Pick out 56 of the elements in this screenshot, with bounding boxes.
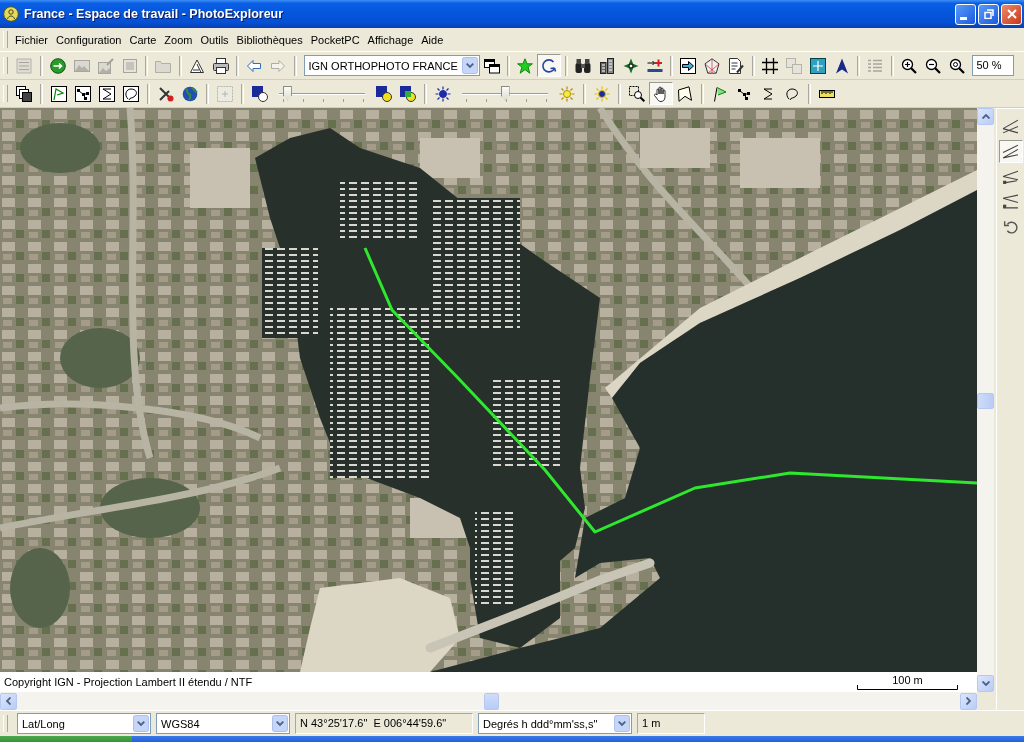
scroll-down-button[interactable] [977, 675, 994, 692]
zigzag-icon [1002, 143, 1019, 160]
scale-bar-icon [857, 684, 958, 690]
chevron-right-icon [966, 697, 971, 705]
precision-readout: 1 m [637, 713, 705, 734]
chevron-up-icon [981, 114, 990, 119]
close-icon [1006, 9, 1017, 19]
status-grip[interactable] [3, 715, 8, 732]
vertical-scrollbar[interactable] [977, 108, 994, 692]
coordinates-readout: N 43°25'17.6" E 006°44'59.6" [295, 713, 473, 734]
toolbar-grip[interactable] [3, 85, 8, 102]
slider-thumb[interactable] [282, 85, 292, 101]
horizontal-scrollbar[interactable] [0, 692, 977, 710]
scroll-up-button[interactable] [977, 108, 994, 125]
chevron-down-icon [981, 681, 990, 686]
scroll-right-button[interactable] [960, 692, 977, 710]
copyright-text: Copyright IGN - Projection Lambert II étendu / NTF [4, 676, 253, 688]
map-source-dropdown[interactable]: IGN ORTHOPHOTO FRANCE [303, 55, 480, 76]
menu-item[interactable]: Bibliothèques [233, 31, 308, 48]
chevron-down-icon [133, 715, 149, 732]
menu-item[interactable]: Aide [418, 31, 449, 48]
menu-item[interactable]: Configuration [53, 31, 127, 48]
toolbar-grip[interactable] [3, 57, 8, 74]
minimize-button[interactable] [955, 3, 976, 25]
app-icon [3, 6, 19, 22]
menu-item[interactable]: Fichier [12, 31, 53, 48]
scrollbar-thumb[interactable] [484, 693, 499, 710]
chevron-down-icon [461, 57, 478, 74]
tool-button[interactable] [998, 140, 1023, 163]
datum-dropdown[interactable]: WGS84 [156, 713, 290, 734]
zigzag-icon [1002, 168, 1019, 185]
undo-icon [1002, 218, 1019, 235]
format-dropdown[interactable]: Degrés h ddd°mm'ss,s" [478, 713, 632, 734]
scroll-left-button[interactable] [0, 692, 17, 710]
chevron-left-icon [6, 697, 11, 705]
minimize-icon [960, 16, 967, 20]
menu-item[interactable]: Carte [126, 31, 162, 48]
scrollbar-thumb[interactable] [977, 393, 994, 409]
zoom-field[interactable]: 50 % [971, 55, 1014, 76]
menu-item[interactable]: Outils [197, 31, 234, 48]
chevron-down-icon [614, 715, 630, 732]
window-title: France - Espace de travail - PhotoExploreur [24, 7, 285, 21]
menu-item[interactable]: PocketPC [307, 31, 365, 48]
restore-button[interactable] [978, 3, 999, 25]
menu-item[interactable]: Zoom [161, 31, 198, 48]
slider-thumb[interactable] [500, 85, 510, 101]
menu-grip[interactable] [3, 31, 8, 48]
zigzag-icon [1002, 193, 1019, 210]
close-button[interactable] [1001, 3, 1022, 25]
start-button[interactable] [0, 736, 132, 742]
chevron-down-icon [272, 715, 288, 732]
zigzag-icon [1002, 118, 1019, 135]
scale-label: 100 m [892, 674, 923, 685]
coordinate-system-dropdown[interactable]: Lat/Long [17, 713, 151, 734]
menu-item[interactable]: Affichage [364, 31, 419, 48]
restore-icon [983, 9, 994, 19]
